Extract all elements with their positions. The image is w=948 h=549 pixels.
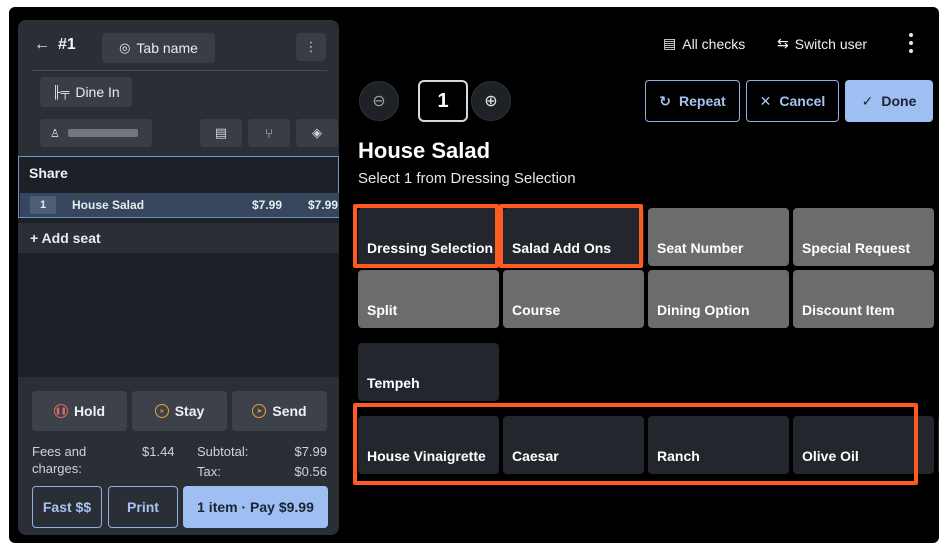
discount-button[interactable]: ◈: [296, 119, 338, 147]
item-title: House Salad: [358, 138, 491, 163]
done-label: Done: [881, 93, 917, 109]
close-icon: ✕: [759, 92, 772, 109]
option-tile-overflow[interactable]: [938, 416, 939, 474]
arrow-left-icon: ←: [34, 36, 50, 53]
subtotal-label: Subtotal:: [197, 444, 249, 459]
group-tile-dressing-selection[interactable]: Dressing Selection: [358, 208, 499, 266]
order-panel: ← #1 ◎ Tab name ⋮ ╟╤ Dine In ♙ ▤ ⑂ ◈ Sha…: [18, 20, 339, 535]
more-vertical-icon[interactable]: [909, 33, 915, 53]
receipt-button[interactable]: ▤: [200, 119, 242, 147]
hold-label: Hold: [73, 403, 106, 419]
tab-name-button[interactable]: ◎ Tab name: [102, 33, 215, 63]
group-tile-course[interactable]: Course: [503, 270, 644, 328]
receipt-icon: ▤: [214, 125, 228, 140]
minus-circle-icon: ⊖: [372, 93, 386, 110]
user-circle-icon: ◎: [119, 40, 131, 55]
more-options-button[interactable]: ⋮: [296, 33, 326, 61]
divider: [32, 70, 327, 71]
add-seat-button[interactable]: + Add seat: [18, 223, 339, 253]
option-tile-house-vinaigrette[interactable]: House Vinaigrette: [358, 416, 499, 474]
cancel-label: Cancel: [779, 93, 826, 109]
option-tile-tempeh[interactable]: Tempeh: [358, 343, 499, 401]
repeat-label: Repeat: [679, 93, 726, 109]
all-checks-label: All checks: [682, 35, 746, 52]
group-tile-salad-add-ons[interactable]: Salad Add Ons: [503, 208, 644, 266]
receipt-icon: ▤: [663, 35, 677, 51]
dining-icon: ╟╤: [52, 85, 70, 99]
print-button[interactable]: Print: [108, 486, 178, 528]
item-unit-price: $7.99: [251, 198, 282, 212]
fees-label: Fees and charges:: [32, 444, 87, 476]
tab-name-label: Tab name: [136, 40, 198, 56]
fast-pay-button[interactable]: Fast $$: [32, 486, 102, 528]
share-label: Share: [29, 165, 68, 181]
cancel-button[interactable]: ✕ Cancel: [746, 80, 839, 122]
check-icon: ✓: [861, 92, 874, 109]
subtotal-value: $7.99: [294, 444, 327, 459]
check-number: #1: [58, 36, 76, 53]
item-qty: 1: [30, 196, 56, 214]
pause-icon: ❚❚: [53, 404, 68, 418]
selection-instruction: Select 1 from Dressing Selection: [358, 170, 576, 187]
dine-option-label: Dine In: [75, 84, 120, 100]
send-label: Send: [272, 403, 307, 419]
option-tile-ranch[interactable]: Ranch: [648, 416, 789, 474]
all-checks-button[interactable]: ▤ All checks: [663, 35, 745, 52]
group-tile-special-request[interactable]: Special Request: [793, 208, 934, 266]
hold-button[interactable]: ❚❚ Hold: [32, 391, 127, 431]
switch-user-button[interactable]: ⇆ Switch user: [777, 35, 867, 52]
switch-user-label: Switch user: [794, 35, 868, 52]
option-tile-olive-oil[interactable]: Olive Oil: [793, 416, 934, 474]
tax-value: $0.56: [294, 464, 327, 479]
refresh-icon: ↻: [659, 92, 672, 109]
more-vertical-icon: ⋮: [304, 39, 318, 54]
fast-forward-icon: »: [154, 404, 169, 418]
decrease-quantity-button[interactable]: ⊖: [359, 81, 399, 121]
tax-label: Tax:: [197, 464, 221, 479]
split-icon: ⑂: [265, 125, 273, 141]
order-item-row[interactable]: 1 House Salad $7.99 $7.99: [20, 193, 339, 217]
send-icon: ➤: [252, 404, 267, 418]
user-icon: ♙: [50, 127, 60, 140]
plus-circle-icon: ⊕: [484, 93, 498, 110]
order-header: ← #1 ◎ Tab name ⋮ ╟╤ Dine In ♙ ▤ ⑂ ◈: [18, 20, 339, 156]
quantity-value[interactable]: 1: [418, 80, 468, 122]
repeat-button[interactable]: ↻ Repeat: [645, 80, 740, 122]
pos-screen: ← #1 ◎ Tab name ⋮ ╟╤ Dine In ♙ ▤ ⑂ ◈ Sha…: [9, 7, 939, 543]
swap-icon: ⇆: [777, 35, 789, 51]
order-footer: ❚❚ Hold » Stay ➤ Send Fees and charges: …: [18, 377, 339, 535]
dine-in-button[interactable]: ╟╤ Dine In: [40, 77, 132, 107]
item-total: $7.99: [307, 198, 338, 212]
send-button[interactable]: ➤ Send: [232, 391, 327, 431]
pay-button[interactable]: 1 item · Pay $9.99: [183, 486, 328, 528]
done-button[interactable]: ✓ Done: [845, 80, 933, 122]
group-tile-split[interactable]: Split: [358, 270, 499, 328]
back-button[interactable]: ← #1: [34, 36, 76, 54]
group-tile-dining-option[interactable]: Dining Option: [648, 270, 789, 328]
tag-icon: ◈: [312, 125, 322, 140]
fees-value: $1.44: [142, 444, 175, 459]
split-button[interactable]: ⑂: [248, 119, 290, 147]
share-section[interactable]: Share 1 House Salad $7.99 $7.99: [18, 156, 339, 218]
group-tile-discount-item[interactable]: Discount Item: [793, 270, 934, 328]
group-tile-seat-number[interactable]: Seat Number: [648, 208, 789, 266]
redacted-name: [67, 129, 138, 137]
stay-button[interactable]: » Stay: [132, 391, 227, 431]
increase-quantity-button[interactable]: ⊕: [471, 81, 511, 121]
server-button[interactable]: ♙: [40, 119, 152, 147]
item-name: House Salad: [72, 198, 145, 212]
stay-label: Stay: [174, 403, 205, 419]
option-tile-caesar[interactable]: Caesar: [503, 416, 644, 474]
